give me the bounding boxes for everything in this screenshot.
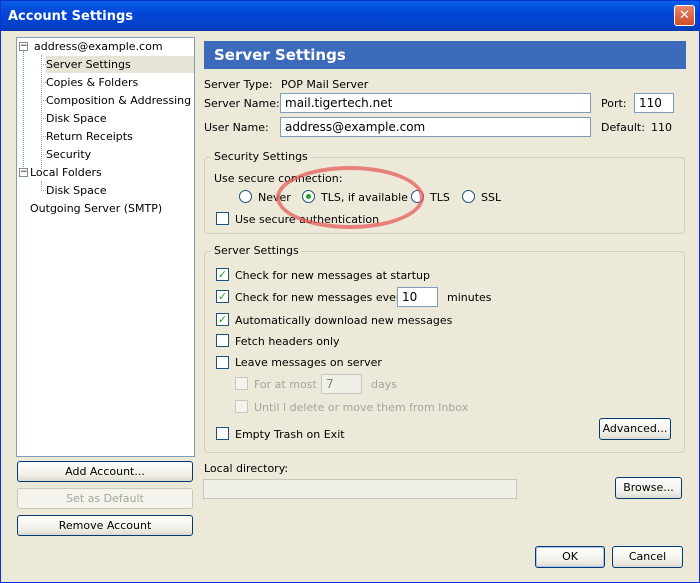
collapse-toggle-icon[interactable]: −	[19, 42, 28, 51]
server-name-input[interactable]: mail.tigertech.net	[280, 93, 591, 113]
fetch-headers-label[interactable]: Fetch headers only	[235, 335, 340, 348]
account-settings-window: Account Settings ✕ − address@example.com…	[0, 0, 700, 583]
days-label: days	[371, 378, 397, 391]
tree-item-local-folders[interactable]: Local Folders	[30, 164, 102, 181]
check-startup-label[interactable]: Check for new messages at startup	[235, 269, 430, 282]
radio-ssl-label[interactable]: SSL	[481, 191, 501, 204]
close-button[interactable]: ✕	[674, 5, 695, 26]
check-startup-checkbox[interactable]: ✓	[216, 268, 229, 281]
tree-guide-line	[41, 181, 42, 189]
check-every-label[interactable]: Check for new messages every	[235, 291, 407, 304]
tree-item-label: Return Receipts	[46, 130, 133, 143]
tree-item-copies-folders[interactable]: Copies & Folders	[46, 74, 138, 91]
fetch-headers-checkbox[interactable]	[216, 334, 229, 347]
radio-ssl[interactable]	[462, 190, 475, 203]
user-name-input[interactable]: address@example.com	[280, 117, 591, 137]
tree-item-label: Disk Space	[46, 112, 107, 125]
tree-item-label: Copies & Folders	[46, 76, 139, 89]
radio-never-label[interactable]: Never	[258, 191, 291, 204]
local-directory-input[interactable]	[203, 479, 517, 499]
radio-tls-if-available-label[interactable]: TLS, if available	[321, 191, 408, 204]
secure-auth-checkbox[interactable]	[216, 212, 229, 225]
cancel-button[interactable]: Cancel	[612, 546, 683, 568]
set-default-button[interactable]: Set as Default	[17, 488, 193, 509]
secure-auth-label[interactable]: Use secure authentication	[235, 213, 379, 226]
port-label: Port:	[601, 97, 627, 110]
tree-item-disk-space[interactable]: Disk Space	[46, 110, 107, 127]
server-name-label: Server Name:	[204, 97, 280, 110]
default-port-value: 110	[651, 121, 672, 134]
tree-item-label: Composition & Addressing	[46, 94, 192, 107]
account-tree[interactable]: − address@example.com Server Settings Co…	[16, 37, 195, 457]
radio-selected-dot	[306, 194, 311, 199]
use-secure-connection-label: Use secure connection:	[214, 172, 343, 185]
local-directory-label: Local directory:	[204, 462, 289, 475]
until-delete-label[interactable]: Until I delete or move them from Inbox	[254, 401, 468, 414]
tree-item-return-receipts[interactable]: Return Receipts	[46, 128, 133, 145]
tree-item-composition-addressing[interactable]: Composition & Addressing	[46, 92, 191, 109]
server-settings-legend: Server Settings	[211, 244, 302, 257]
for-at-most-label[interactable]: For at most	[254, 378, 317, 391]
title-bar: Account Settings ✕	[1, 1, 699, 31]
port-input[interactable]: 110	[634, 93, 674, 113]
collapse-toggle-icon[interactable]: −	[19, 168, 28, 177]
check-interval-input[interactable]: 10	[397, 287, 438, 307]
tree-item-label: Local Folders	[30, 166, 102, 179]
days-input[interactable]: 7	[321, 374, 362, 394]
empty-trash-label[interactable]: Empty Trash on Exit	[235, 428, 345, 441]
add-account-button[interactable]: Add Account...	[17, 461, 193, 482]
tree-guide-line	[41, 55, 42, 169]
tree-item-security[interactable]: Security	[46, 146, 91, 163]
window-title: Account Settings	[8, 9, 134, 24]
tree-item-outgoing-server[interactable]: Outgoing Server (SMTP)	[30, 200, 162, 217]
ok-button[interactable]: OK	[535, 546, 605, 568]
auto-download-checkbox[interactable]: ✓	[216, 313, 229, 326]
radio-tls-label[interactable]: TLS	[430, 191, 450, 204]
remove-account-button[interactable]: Remove Account	[17, 515, 193, 536]
for-at-most-checkbox[interactable]	[235, 377, 248, 390]
security-settings-legend: Security Settings	[211, 150, 311, 163]
tree-item-server-settings[interactable]: Server Settings	[46, 56, 194, 73]
leave-on-server-checkbox[interactable]	[216, 356, 229, 369]
panel-header: Server Settings	[204, 41, 686, 69]
empty-trash-checkbox[interactable]	[216, 427, 229, 440]
server-type-label: Server Type:	[204, 78, 273, 91]
until-delete-checkbox[interactable]	[235, 400, 248, 413]
tree-item-label: Security	[46, 148, 92, 161]
auto-download-label[interactable]: Automatically download new messages	[235, 314, 452, 327]
tree-item-label: Outgoing Server (SMTP)	[30, 202, 163, 215]
check-icon: ✓	[217, 268, 228, 281]
tree-item-label: Server Settings	[46, 58, 131, 71]
radio-tls[interactable]	[411, 190, 424, 203]
radio-tls-if-available[interactable]	[302, 190, 315, 203]
leave-on-server-label[interactable]: Leave messages on server	[235, 356, 382, 369]
advanced-button[interactable]: Advanced...	[599, 418, 671, 440]
minutes-label: minutes	[447, 291, 492, 304]
radio-never[interactable]	[239, 190, 252, 203]
user-name-label: User Name:	[204, 121, 269, 134]
tree-item-label: Disk Space	[46, 184, 107, 197]
tree-item-label: address@example.com	[34, 40, 163, 53]
dialog-client: − address@example.com Server Settings Co…	[4, 31, 698, 581]
server-type-value: POP Mail Server	[281, 78, 369, 91]
tree-item-account[interactable]: address@example.com	[34, 38, 163, 55]
browse-button[interactable]: Browse...	[615, 477, 682, 499]
tree-guide-line	[23, 51, 24, 177]
tree-item-local-disk-space[interactable]: Disk Space	[46, 182, 107, 199]
check-every-checkbox[interactable]: ✓	[216, 290, 229, 303]
check-icon: ✓	[217, 290, 228, 303]
close-icon: ✕	[679, 8, 690, 23]
check-icon: ✓	[217, 313, 228, 326]
default-port-label: Default:	[601, 121, 645, 134]
